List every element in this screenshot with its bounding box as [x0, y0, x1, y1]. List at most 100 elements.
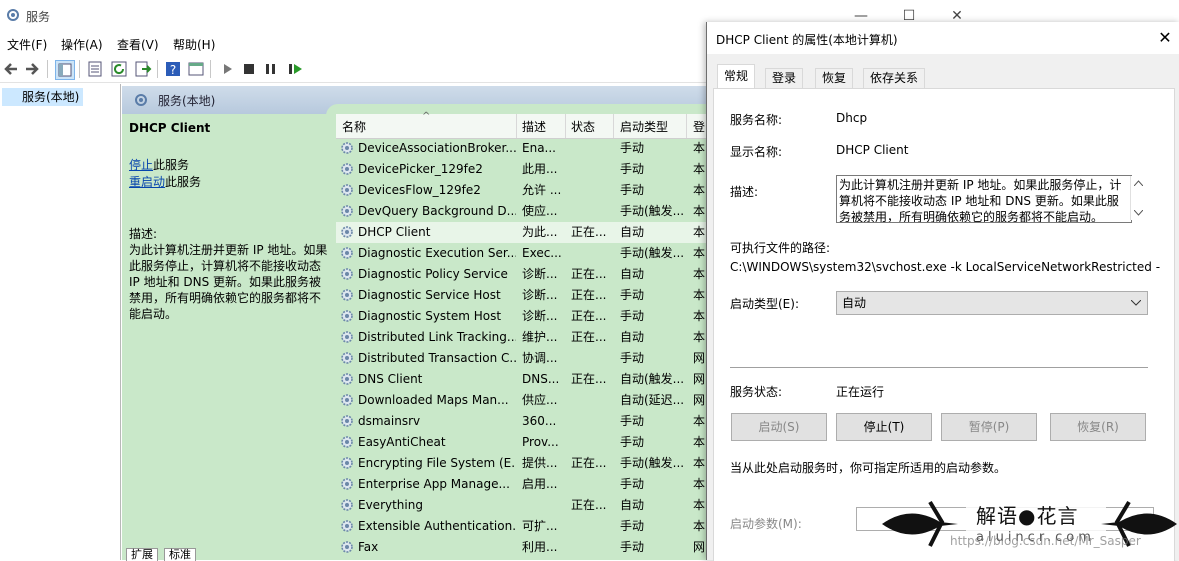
tab-standard[interactable]: 标准: [164, 548, 196, 561]
table-row[interactable]: DevicePicker_129fe2 此用... 手动 本: [336, 159, 706, 180]
table-row[interactable]: DeviceAssociationBroker... Ena... 手动 本: [336, 138, 706, 159]
pause-button[interactable]: 暂停(P): [941, 413, 1037, 441]
cell-logon: 本: [693, 141, 706, 155]
cell-name: Enterprise App Manage...: [358, 477, 510, 491]
dialog-tabs: 常规 登录 恢复 依存关系: [713, 64, 1173, 89]
cell-logon: 本: [693, 330, 706, 344]
service-status-label: 服务状态:: [730, 385, 783, 399]
dialog-close-button[interactable]: ✕: [1153, 26, 1177, 50]
restart-service-link[interactable]: 重启动: [129, 175, 165, 189]
start-params-label: 启动参数(M):: [730, 517, 802, 531]
startup-type-select[interactable]: 自动: [836, 291, 1148, 315]
help-icon[interactable]: ?: [164, 60, 182, 78]
tree-item-services-local[interactable]: 服务(本地): [2, 88, 84, 106]
menu-view[interactable]: 查看(V): [117, 36, 159, 53]
startup-type-label: 启动类型(E):: [730, 297, 799, 311]
col-status[interactable]: 状态: [571, 118, 595, 135]
stop-service-icon[interactable]: [240, 60, 258, 78]
window-title: 服务: [26, 10, 51, 24]
table-row[interactable]: Distributed Transaction C... 协调... 手动 网: [336, 348, 706, 369]
service-gear-icon: [341, 373, 353, 385]
start-service-icon[interactable]: [218, 60, 236, 78]
cell-desc: DNS...: [522, 372, 560, 386]
table-row[interactable]: DevQuery Background D... 使应... 手动(触发... 本: [336, 201, 706, 222]
description-body: 为此计算机注册并更新 IP 地址。如果此服务停止，计算机将不能接收动态 IP 地…: [129, 243, 328, 321]
cell-status: 正在...: [571, 309, 607, 323]
table-row[interactable]: Diagnostic Execution Ser... Exec... 手动(触发.…: [336, 243, 706, 264]
export-list-icon[interactable]: [134, 60, 152, 78]
table-row[interactable]: Fax 利用... 手动 网: [336, 537, 706, 558]
table-row[interactable]: Everything 正在... 自动 本: [336, 495, 706, 516]
table-row[interactable]: Enterprise App Manage... 启用... 手动 本: [336, 474, 706, 495]
stop-button[interactable]: 停止(T): [836, 413, 932, 441]
col-desc[interactable]: 描述: [522, 118, 546, 135]
tab-recovery[interactable]: 恢复: [815, 68, 854, 88]
tab-extended[interactable]: 扩展: [126, 548, 158, 561]
table-row[interactable]: Diagnostic System Host 诊断... 正在... 手动 本: [336, 306, 706, 327]
cell-desc: Prov...: [522, 435, 559, 449]
table-row[interactable]: dsmainsrv 360... 手动 本: [336, 411, 706, 432]
restart-service-icon[interactable]: [286, 60, 304, 78]
col-name[interactable]: 名称: [342, 118, 366, 135]
table-row[interactable]: Downloaded Maps Man... 供应... 自动(延迟... 网: [336, 390, 706, 411]
dialog-title-bar: DHCP Client 的属性(本地计算机) ✕: [707, 22, 1179, 54]
cell-logon: 本: [693, 309, 706, 323]
cell-name: Everything: [358, 498, 423, 512]
cell-desc: Exec...: [522, 246, 562, 260]
cell-name: DHCP Client: [358, 225, 431, 239]
refresh-icon[interactable]: [110, 60, 128, 78]
table-row[interactable]: Distributed Link Tracking... 维护... 正在... 自动…: [336, 327, 706, 348]
cell-startup: 自动: [620, 225, 645, 239]
properties-sheet-icon[interactable]: [86, 60, 104, 78]
cell-logon: 网: [693, 372, 706, 386]
scroll-down-icon[interactable]: [1134, 210, 1143, 216]
cell-name: Diagnostic Policy Service: [358, 267, 508, 281]
menu-action[interactable]: 操作(A): [61, 36, 103, 53]
cell-desc: Ena...: [522, 141, 556, 155]
forward-arrow-icon[interactable]: [23, 60, 41, 78]
menu-help[interactable]: 帮助(H): [173, 36, 215, 53]
watermark: 解语●花言 aluincr.com: [880, 490, 1179, 560]
table-row[interactable]: DevicesFlow_129fe2 允许 ... 手动 本: [336, 180, 706, 201]
table-row[interactable]: DNS Client DNS... 正在... 自动(触发... 网: [336, 369, 706, 390]
table-row[interactable]: Diagnostic Policy Service 诊断... 正在... 自动 本: [336, 264, 706, 285]
col-startup[interactable]: 启动类型: [620, 118, 668, 135]
service-name-value: Dhcp: [836, 111, 868, 125]
cell-desc: 360...: [522, 414, 557, 428]
service-gear-icon: [341, 394, 353, 406]
cell-startup: 手动: [620, 309, 645, 323]
description-scrollbar[interactable]: [1130, 176, 1146, 220]
cell-status: 正在...: [571, 330, 607, 344]
back-arrow-icon[interactable]: [2, 60, 20, 78]
stop-service-link[interactable]: 停止: [129, 158, 153, 172]
table-row[interactable]: DHCP Client 为此... 正在... 自动 本: [336, 222, 706, 243]
cell-logon: 本: [693, 183, 706, 197]
table-row[interactable]: Extensible Authentication... 可扩... 手动 本: [336, 516, 706, 537]
service-gear-icon: [341, 415, 353, 427]
show-hide-pane-icon[interactable]: [187, 60, 205, 78]
console-tree-icon[interactable]: [55, 60, 75, 80]
tab-general[interactable]: 常规: [717, 64, 756, 89]
table-row[interactable]: EasyAntiCheat Prov... 手动 本: [336, 432, 706, 453]
cell-startup: 手动: [620, 288, 645, 302]
cell-logon: 本: [693, 225, 706, 239]
tab-dependencies[interactable]: 依存关系: [863, 68, 926, 88]
scroll-up-icon[interactable]: [1134, 180, 1143, 186]
description-textbox[interactable]: 为此计算机注册并更新 IP 地址。如果此服务停止，计算机将不能接收动态 IP 地…: [836, 175, 1132, 223]
pause-service-icon[interactable]: [262, 60, 280, 78]
cell-logon: 本: [693, 288, 706, 302]
resume-button[interactable]: 恢复(R): [1050, 413, 1146, 441]
start-button[interactable]: 启动(S): [731, 413, 827, 441]
cell-name: Fax: [358, 540, 379, 554]
col-logon[interactable]: 登: [693, 118, 705, 135]
tab-logon[interactable]: 登录: [765, 68, 804, 88]
cell-logon: 本: [693, 519, 706, 533]
service-name-label: 服务名称:: [730, 113, 783, 127]
cell-desc: 诊断...: [522, 267, 558, 281]
cell-startup: 手动(触发...: [620, 246, 685, 260]
service-description: 描述: 为此计算机注册并更新 IP 地址。如果此服务停止，计算机将不能接收动态 …: [129, 226, 331, 322]
menu-file[interactable]: 文件(F): [7, 36, 47, 53]
table-row[interactable]: Encrypting File System (E... 提供... 正在... 手动…: [336, 453, 706, 474]
table-row[interactable]: Diagnostic Service Host 诊断... 正在... 手动 本: [336, 285, 706, 306]
selected-service-title: DHCP Client: [129, 121, 211, 135]
